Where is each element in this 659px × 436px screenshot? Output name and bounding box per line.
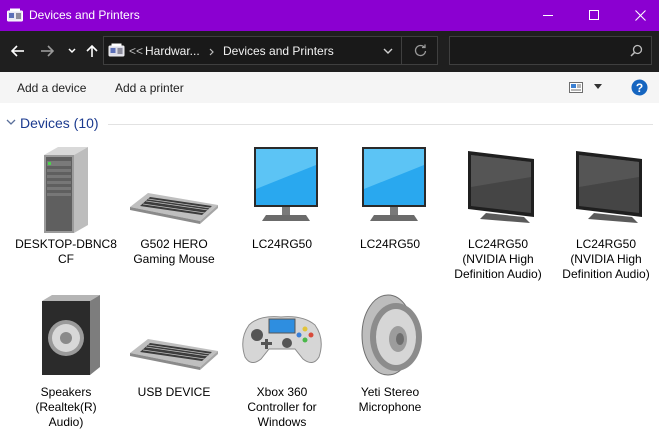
close-button[interactable] — [617, 0, 659, 31]
devices-printers-icon — [108, 43, 125, 57]
group-title[interactable]: Devices (10) — [20, 115, 99, 131]
up-button[interactable] — [82, 41, 102, 61]
device-label: LC24RG50 (NVIDIA High Definition Audio) — [562, 237, 650, 281]
device-label: USB DEVICE — [137, 385, 211, 399]
search-icon[interactable] — [630, 44, 643, 57]
device-label: Xbox 360 Controller for Windows — [247, 385, 317, 429]
command-bar: Add a device Add a printer ? — [0, 72, 659, 103]
refresh-icon[interactable] — [414, 44, 427, 57]
chevron-right-icon — [209, 48, 214, 56]
monitor-icon — [254, 147, 318, 221]
maximize-icon — [588, 10, 599, 20]
close-icon — [634, 10, 646, 21]
device-label: DESKTOP-DBNC8 CF — [15, 237, 117, 266]
breadcrumb-devices-printers[interactable]: Devices and Printers — [223, 44, 334, 58]
device-label: G502 HERO Gaming Mouse — [133, 237, 215, 266]
forward-arrow-icon — [41, 45, 54, 57]
gamepad-icon — [242, 316, 322, 363]
help-icon[interactable]: ? — [631, 79, 648, 96]
view-options-dropdown-icon[interactable] — [594, 84, 602, 89]
maximize-button[interactable] — [571, 0, 617, 31]
minimize-icon — [542, 15, 553, 16]
collapse-chevron-icon[interactable] — [6, 119, 16, 126]
device-label: Speakers (Realtek(R) Audio) — [35, 385, 97, 429]
dark-monitor-icon — [576, 151, 642, 223]
up-arrow-icon — [86, 44, 98, 57]
speaker-icon — [42, 295, 100, 375]
device-label: LC24RG50 — [359, 237, 421, 251]
devices-printers-icon — [7, 8, 23, 22]
search-box[interactable] — [449, 36, 652, 65]
window-title: Devices and Printers — [29, 8, 140, 22]
group-divider — [108, 124, 653, 125]
back-arrow-icon — [11, 45, 24, 57]
back-button[interactable] — [8, 41, 28, 61]
forward-button[interactable] — [37, 41, 57, 61]
chevron-down-icon[interactable] — [383, 48, 393, 55]
computer-tower-icon — [44, 147, 88, 233]
keyboard-icon — [130, 339, 218, 370]
chevron-down-icon — [68, 48, 76, 54]
monitor-icon — [362, 147, 426, 221]
device-label: LC24RG50 — [251, 237, 313, 251]
minimize-button[interactable] — [525, 0, 571, 31]
svg-text:?: ? — [636, 81, 643, 95]
address-bar[interactable]: << Hardwar... Devices and Printers — [103, 36, 438, 65]
breadcrumb-hardware[interactable]: Hardwar... — [145, 44, 200, 58]
devices-group: Devices (10) DESKTOP-DBNC8 CF G502 HERO … — [0, 103, 659, 436]
overflow-crumb[interactable]: << — [129, 44, 143, 58]
device-label: Yeti Stereo Microphone — [358, 385, 422, 414]
recent-locations-button[interactable] — [62, 41, 82, 61]
add-printer-button[interactable]: Add a printer — [115, 81, 184, 95]
title-bar: Devices and Printers — [0, 0, 659, 31]
search-input[interactable] — [454, 41, 624, 60]
dark-monitor-icon — [468, 151, 534, 223]
keyboard-icon — [130, 193, 218, 224]
device-label: LC24RG50 (NVIDIA High Definition Audio) — [454, 237, 542, 281]
navigation-bar: << Hardwar... Devices and Printers — [0, 31, 659, 72]
change-view-icon[interactable] — [569, 82, 583, 93]
round-speaker-icon — [361, 294, 422, 376]
add-device-button[interactable]: Add a device — [17, 81, 86, 95]
address-divider — [401, 37, 402, 64]
